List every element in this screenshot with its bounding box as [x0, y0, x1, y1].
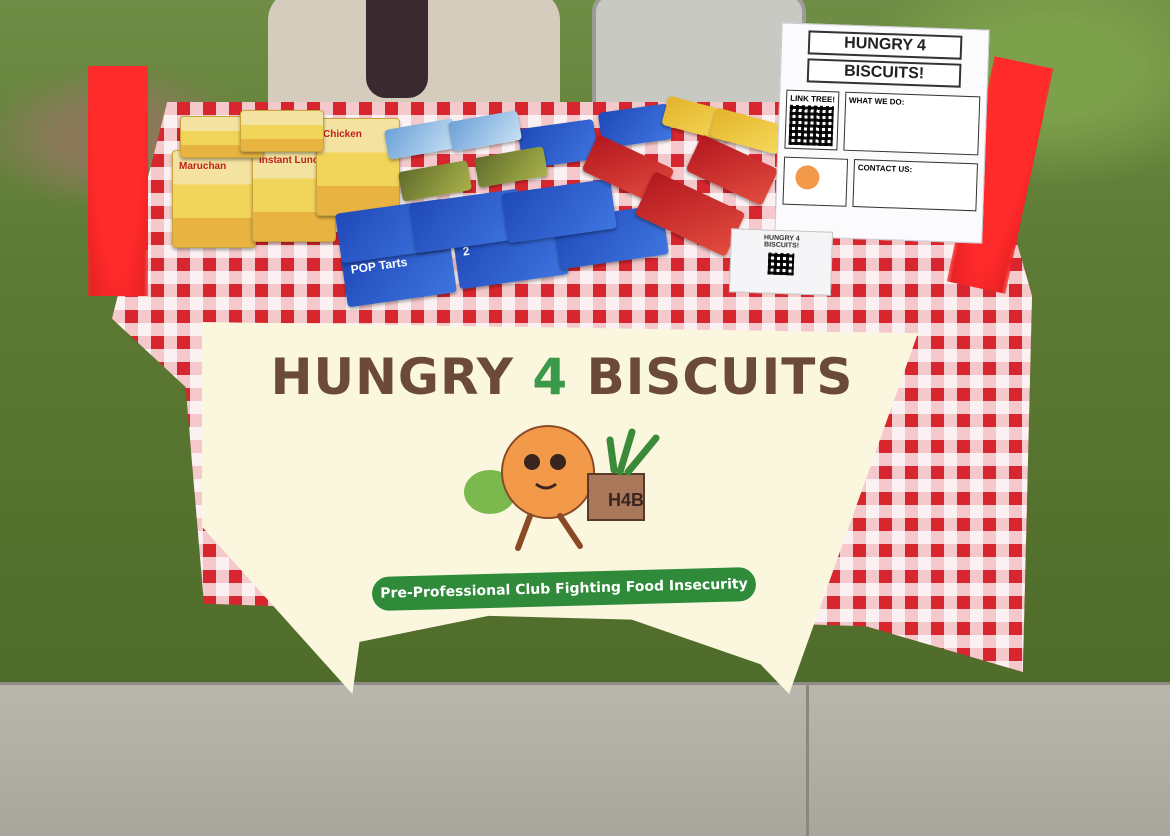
banner-title-biscuits: BISCUITS	[586, 348, 854, 406]
photo-scene: Maruchan Instant Lunch Chicken POP Tarts…	[0, 0, 1170, 836]
linktree-box: LINK TREE!	[784, 89, 840, 151]
flyer-title-line1: HUNGRY 4	[807, 30, 963, 60]
sidewalk	[0, 682, 1170, 836]
mascot-box	[782, 156, 849, 207]
contact-label: CONTACT US:	[857, 163, 913, 175]
biscuit-mascot-icon: H4B	[464, 425, 660, 551]
flyer-row: CONTACT US:	[782, 156, 978, 212]
ramen-pack	[240, 110, 324, 152]
qr-code-icon	[788, 104, 834, 147]
sidewalk-joint	[806, 685, 809, 836]
qr-code-icon	[767, 252, 795, 276]
what-we-do-box: WHAT WE DO:	[843, 91, 981, 156]
seated-person	[268, 0, 560, 102]
flyer-title-line2: BISCUITS!	[806, 58, 962, 88]
banner-title-hungry: HUNGRY	[270, 348, 514, 406]
person-hair	[366, 0, 428, 98]
banner-title: HUNGRY 4 BISCUITS	[232, 348, 892, 406]
mascot-icon	[795, 165, 820, 190]
contact-box: CONTACT US:	[852, 159, 978, 212]
linktree-label: LINK TREE!	[789, 93, 836, 105]
flyer-row: LINK TREE! WHAT WE DO:	[784, 89, 981, 156]
banner-title-number: 4	[532, 348, 569, 406]
small-flyer: HUNGRY 4 BISCUITS!	[728, 228, 834, 296]
red-tinsel-centerpiece	[88, 66, 148, 296]
what-we-do-label: WHAT WE DO:	[848, 95, 905, 107]
info-flyer: HUNGRY 4 BISCUITS! LINK TREE! WHAT WE DO…	[774, 22, 990, 244]
mascot-bag-label: H4B	[608, 490, 644, 510]
folding-chair	[592, 0, 806, 110]
ramen-pack: Maruchan	[172, 150, 256, 248]
